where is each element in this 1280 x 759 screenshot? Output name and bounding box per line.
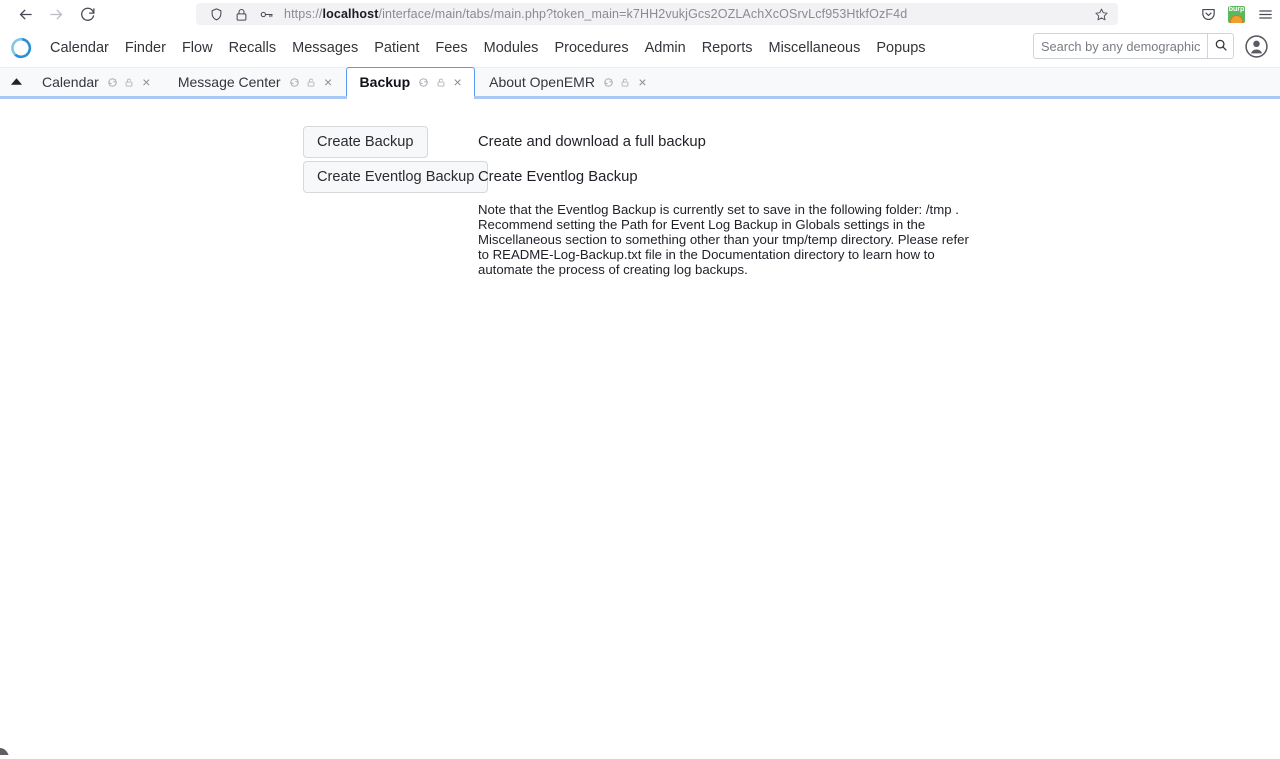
tab-lock-icon[interactable] — [121, 73, 138, 91]
backup-panel: Create Backup Create and download a full… — [303, 126, 1003, 278]
tab-close-icon[interactable]: × — [320, 73, 337, 91]
create-eventlog-backup-row: Create Eventlog Backup Create Eventlog B… — [303, 161, 1003, 193]
menu-item-recalls[interactable]: Recalls — [221, 35, 285, 61]
browser-toolbar-right: burp — [1199, 2, 1274, 26]
tab-message-center[interactable]: Message Center × — [164, 67, 346, 96]
openemr-logo[interactable] — [8, 35, 34, 61]
tab-refresh-icon[interactable] — [415, 73, 432, 91]
tab-about-openemr[interactable]: About OpenEMR × — [475, 67, 660, 96]
create-backup-button[interactable]: Create Backup — [303, 126, 428, 158]
eventlog-backup-note: Note that the Eventlog Backup is current… — [478, 203, 970, 278]
padlock-icon[interactable] — [233, 6, 249, 22]
burp-ring — [1230, 15, 1243, 23]
openemr-tab-strip: Calendar × Message Center × Backup × Abo… — [0, 68, 1280, 99]
menu-item-fees[interactable]: Fees — [427, 35, 475, 61]
menu-item-popups[interactable]: Popups — [868, 35, 933, 61]
menu-item-finder[interactable]: Finder — [117, 35, 174, 61]
demographics-search-group — [1033, 33, 1234, 59]
reload-icon[interactable] — [78, 5, 96, 23]
shield-icon[interactable] — [208, 6, 224, 22]
tab-refresh-icon[interactable] — [286, 73, 303, 91]
save-to-pocket-icon[interactable] — [1199, 5, 1217, 23]
tab-refresh-icon[interactable] — [104, 73, 121, 91]
address-bar[interactable]: https://localhost/interface/main/tabs/ma… — [196, 3, 1118, 25]
url-text[interactable]: https://localhost/interface/main/tabs/ma… — [284, 3, 1089, 25]
menu-item-messages[interactable]: Messages — [284, 35, 366, 61]
bookmark-star-icon[interactable] — [1089, 4, 1113, 24]
user-account-icon[interactable] — [1242, 32, 1270, 60]
menu-item-patient[interactable]: Patient — [366, 35, 427, 61]
browser-toolbar: https://localhost/interface/main/tabs/ma… — [0, 0, 1280, 28]
tab-close-icon[interactable]: × — [449, 73, 466, 91]
url-path: /interface/main/tabs/main.php?token_main… — [379, 7, 908, 21]
address-bar-icons — [208, 6, 274, 22]
caret-up-icon[interactable] — [4, 67, 28, 96]
tab-lock-icon[interactable] — [617, 73, 634, 91]
backup-page-content: Create Backup Create and download a full… — [0, 99, 1280, 755]
url-host: localhost — [323, 7, 379, 21]
search-input[interactable] — [1033, 33, 1207, 59]
create-backup-description: Create and download a full backup — [478, 126, 706, 152]
page-corner-artifact — [0, 743, 10, 755]
tab-label-about-openemr: About OpenEMR — [484, 74, 600, 90]
menu-item-modules[interactable]: Modules — [476, 35, 547, 61]
menu-item-calendar[interactable]: Calendar — [42, 35, 117, 61]
url-scheme: https:// — [284, 7, 323, 21]
menu-item-procedures[interactable]: Procedures — [546, 35, 636, 61]
forward-icon — [47, 5, 65, 23]
tab-label-calendar: Calendar — [37, 74, 104, 90]
openemr-navbar: Calendar Finder Flow Recalls Messages Pa… — [0, 28, 1280, 68]
create-eventlog-backup-button-cell: Create Eventlog Backup — [303, 161, 478, 193]
search-icon — [1214, 38, 1228, 55]
search-button[interactable] — [1207, 33, 1234, 59]
tab-backup[interactable]: Backup × — [346, 67, 476, 96]
openemr-main-menu: Calendar Finder Flow Recalls Messages Pa… — [42, 35, 934, 61]
create-eventlog-backup-description: Create Eventlog Backup — [478, 161, 638, 187]
tab-lock-icon[interactable] — [303, 73, 320, 91]
burp-suite-extension-icon[interactable]: burp — [1228, 6, 1245, 23]
menu-item-admin[interactable]: Admin — [637, 35, 694, 61]
browser-nav-buttons — [16, 5, 96, 23]
menu-item-miscellaneous[interactable]: Miscellaneous — [760, 35, 868, 61]
tab-label-backup: Backup — [355, 74, 416, 90]
tab-calendar[interactable]: Calendar × — [28, 67, 164, 96]
hamburger-menu-icon[interactable] — [1256, 5, 1274, 23]
back-icon[interactable] — [16, 5, 34, 23]
navbar-right-group — [1033, 32, 1270, 60]
create-backup-button-cell: Create Backup — [303, 126, 478, 158]
tab-close-icon[interactable]: × — [138, 73, 155, 91]
key-icon[interactable] — [258, 6, 274, 22]
tab-close-icon[interactable]: × — [634, 73, 651, 91]
menu-item-reports[interactable]: Reports — [694, 35, 761, 61]
tab-refresh-icon[interactable] — [600, 73, 617, 91]
create-eventlog-backup-button[interactable]: Create Eventlog Backup — [303, 161, 488, 193]
burp-extension-label: burp — [1228, 6, 1245, 14]
eventlog-note-row: Note that the Eventlog Backup is current… — [478, 203, 970, 278]
tab-label-message-center: Message Center — [173, 74, 286, 90]
menu-item-flow[interactable]: Flow — [174, 35, 221, 61]
tab-lock-icon[interactable] — [432, 73, 449, 91]
create-backup-row: Create Backup Create and download a full… — [303, 126, 1003, 158]
